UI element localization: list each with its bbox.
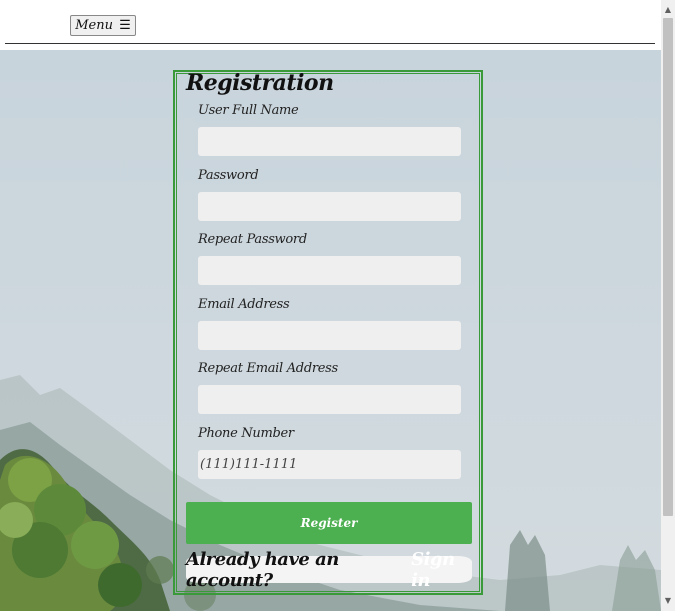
- repeat-email-input[interactable]: [198, 385, 461, 414]
- full-name-label: User Full Name: [198, 103, 299, 118]
- signin-prompt: Already have an account?: [186, 548, 339, 591]
- phone-input[interactable]: [198, 450, 461, 479]
- signin-bar: Already have an account? Sign in: [186, 549, 472, 591]
- header-divider: [5, 43, 655, 44]
- menu-button[interactable]: Menu ☰: [70, 15, 136, 36]
- repeat-password-label: Repeat Password: [198, 232, 307, 247]
- repeat-password-input[interactable]: [198, 256, 461, 285]
- hamburger-icon: ☰: [119, 18, 131, 33]
- email-label: Email Address: [198, 297, 290, 312]
- register-button[interactable]: Register: [186, 502, 472, 544]
- vertical-scrollbar[interactable]: ▲ ▼: [661, 0, 675, 611]
- repeat-email-label: Repeat Email Address: [198, 361, 338, 376]
- email-input[interactable]: [198, 321, 461, 350]
- top-bar: Menu ☰: [0, 0, 661, 50]
- scroll-thumb[interactable]: [663, 18, 673, 516]
- signin-link[interactable]: Sign in: [411, 549, 472, 591]
- full-name-input[interactable]: [198, 127, 461, 156]
- password-label: Password: [198, 168, 259, 183]
- scroll-up-icon[interactable]: ▲: [661, 2, 675, 18]
- scroll-down-icon[interactable]: ▼: [661, 593, 675, 609]
- menu-button-label: Menu: [75, 18, 113, 33]
- phone-label: Phone Number: [198, 426, 294, 441]
- password-input[interactable]: [198, 192, 461, 221]
- form-title: Registration: [186, 70, 334, 96]
